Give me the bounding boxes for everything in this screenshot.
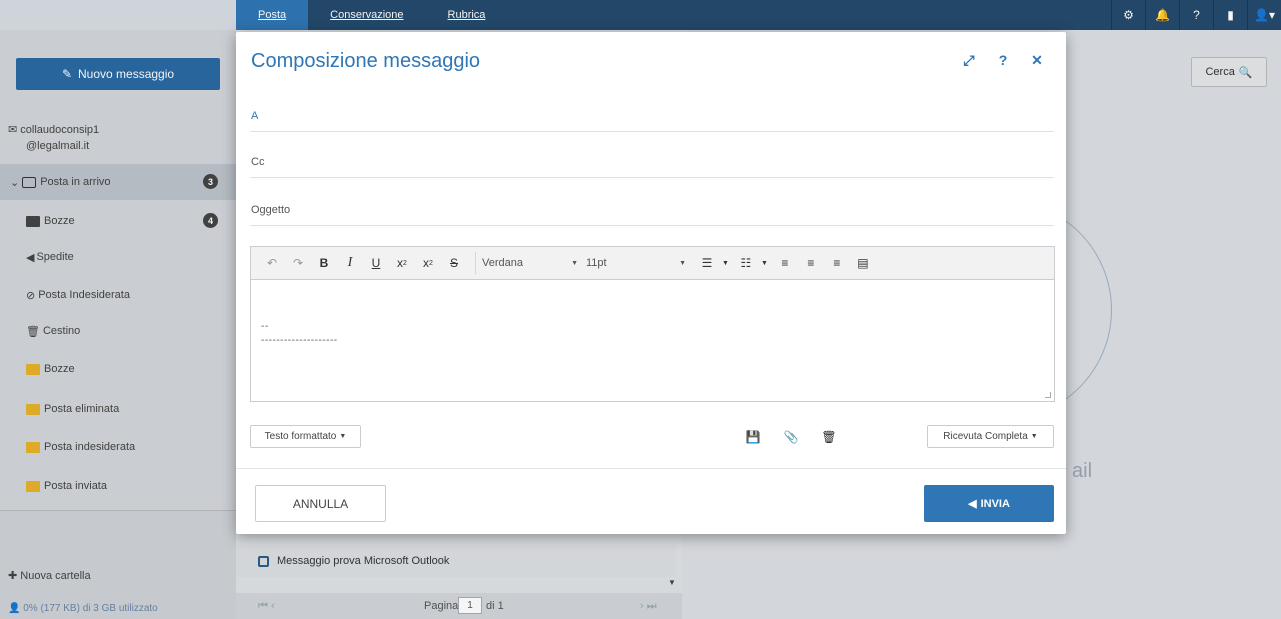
editor-body[interactable]: -- -------------------- bbox=[251, 280, 1054, 348]
caret-down-icon: ▼ bbox=[1030, 433, 1038, 440]
underline-icon[interactable]: U bbox=[365, 252, 387, 274]
align-left-icon[interactable]: ≡ bbox=[774, 252, 796, 274]
align-right-icon[interactable]: ≡ bbox=[826, 252, 848, 274]
superscript-icon[interactable]: x2 bbox=[417, 252, 439, 274]
caret-down-icon[interactable]: ▼ bbox=[722, 260, 729, 267]
to-field[interactable]: A bbox=[250, 104, 1054, 132]
bold-icon[interactable]: B bbox=[313, 252, 335, 274]
caret-down-icon: ▼ bbox=[571, 259, 578, 267]
send-label: INVIA bbox=[980, 497, 1010, 510]
paperclip-icon[interactable]: 📎 bbox=[784, 430, 799, 444]
dialog-tools: ⤢ ? ✕ bbox=[962, 52, 1044, 69]
italic-icon[interactable]: I bbox=[339, 252, 361, 274]
bullet-list-icon[interactable]: ☰ bbox=[696, 252, 718, 274]
caret-down-icon[interactable]: ▼ bbox=[761, 260, 768, 267]
align-justify-icon[interactable]: ▤ bbox=[852, 252, 874, 274]
resize-handle[interactable] bbox=[1045, 392, 1051, 398]
strikethrough-icon[interactable]: S bbox=[443, 252, 465, 274]
undo-icon[interactable]: ↶ bbox=[261, 252, 283, 274]
send-button[interactable]: ◀ INVIA bbox=[924, 485, 1054, 522]
font-size-select[interactable]: 11pt ▼ bbox=[586, 252, 696, 274]
font-family-select[interactable]: Verdana ▼ bbox=[482, 252, 586, 274]
trash-icon[interactable]: 🗑 bbox=[821, 430, 836, 444]
close-icon[interactable]: ✕ bbox=[1030, 52, 1044, 68]
save-icon[interactable]: 💾 bbox=[746, 430, 761, 444]
editor-toolbar: ↶ ↷ B I U x2 x2 S Verdana ▼ 11pt ▼ ☰ ▼ ☷… bbox=[251, 247, 1054, 280]
align-center-icon[interactable]: ≡ bbox=[800, 252, 822, 274]
rich-text-editor: ↶ ↷ B I U x2 x2 S Verdana ▼ 11pt ▼ ☰ ▼ ☷… bbox=[250, 246, 1055, 402]
compose-actions: 💾 📎 🗑 bbox=[746, 430, 837, 444]
signature-line: -------------------- bbox=[261, 335, 338, 346]
subscript-icon[interactable]: x2 bbox=[391, 252, 413, 274]
dialog-footer: ANNULLA ◀ INVIA bbox=[236, 468, 1066, 534]
subject-field[interactable]: Oggetto bbox=[250, 198, 1054, 226]
expand-icon[interactable]: ⤢ bbox=[962, 52, 976, 68]
toolbar-divider bbox=[475, 252, 476, 274]
receipt-type-dropdown[interactable]: Ricevuta Completa ▼ bbox=[927, 425, 1054, 448]
compose-dialog: Composizione messaggio ⤢ ? ✕ A Cc Oggett… bbox=[236, 32, 1066, 534]
send-icon: ◀ bbox=[968, 498, 977, 510]
signature-separator: -- bbox=[261, 321, 269, 332]
numbered-list-icon[interactable]: ☷ bbox=[735, 252, 757, 274]
redo-icon[interactable]: ↷ bbox=[287, 252, 309, 274]
caret-down-icon: ▼ bbox=[679, 259, 686, 267]
receipt-type-label: Ricevuta Completa bbox=[943, 431, 1028, 442]
cc-field[interactable]: Cc bbox=[250, 150, 1054, 178]
font-family-value: Verdana bbox=[482, 257, 523, 269]
font-size-value: 11pt bbox=[586, 257, 607, 269]
text-format-label: Testo formattato bbox=[264, 431, 337, 442]
help-icon[interactable]: ? bbox=[996, 52, 1010, 68]
dialog-title: Composizione messaggio bbox=[251, 50, 481, 72]
cancel-button[interactable]: ANNULLA bbox=[255, 485, 386, 522]
caret-down-icon: ▼ bbox=[339, 433, 347, 440]
text-format-dropdown[interactable]: Testo formattato ▼ bbox=[250, 425, 361, 448]
